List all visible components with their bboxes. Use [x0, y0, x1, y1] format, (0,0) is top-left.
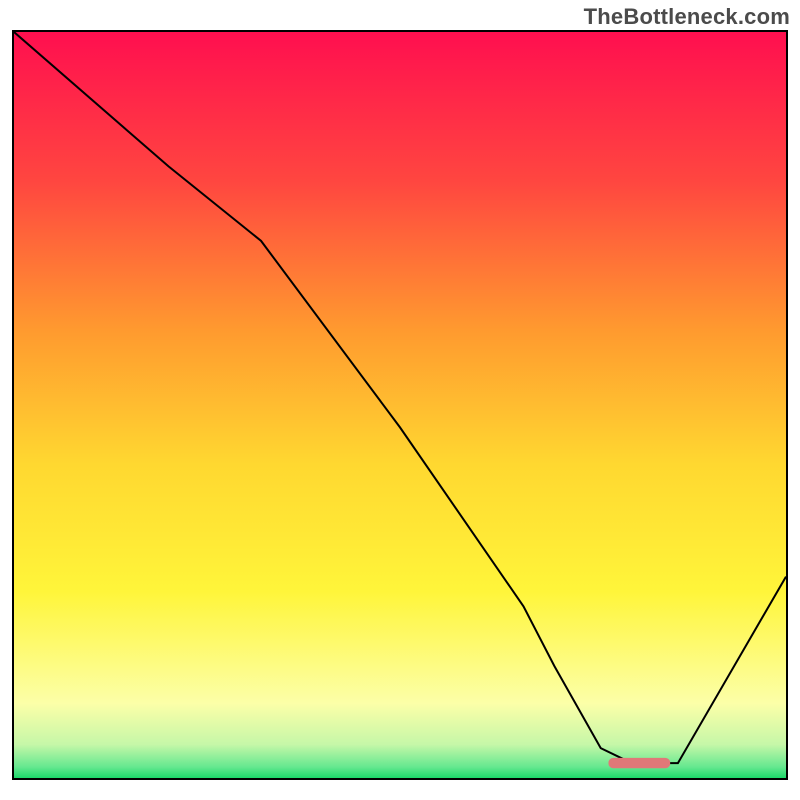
chart-plot-area — [12, 30, 788, 780]
watermark-text: TheBottleneck.com — [584, 4, 790, 30]
optimal-band-marker — [14, 32, 786, 778]
